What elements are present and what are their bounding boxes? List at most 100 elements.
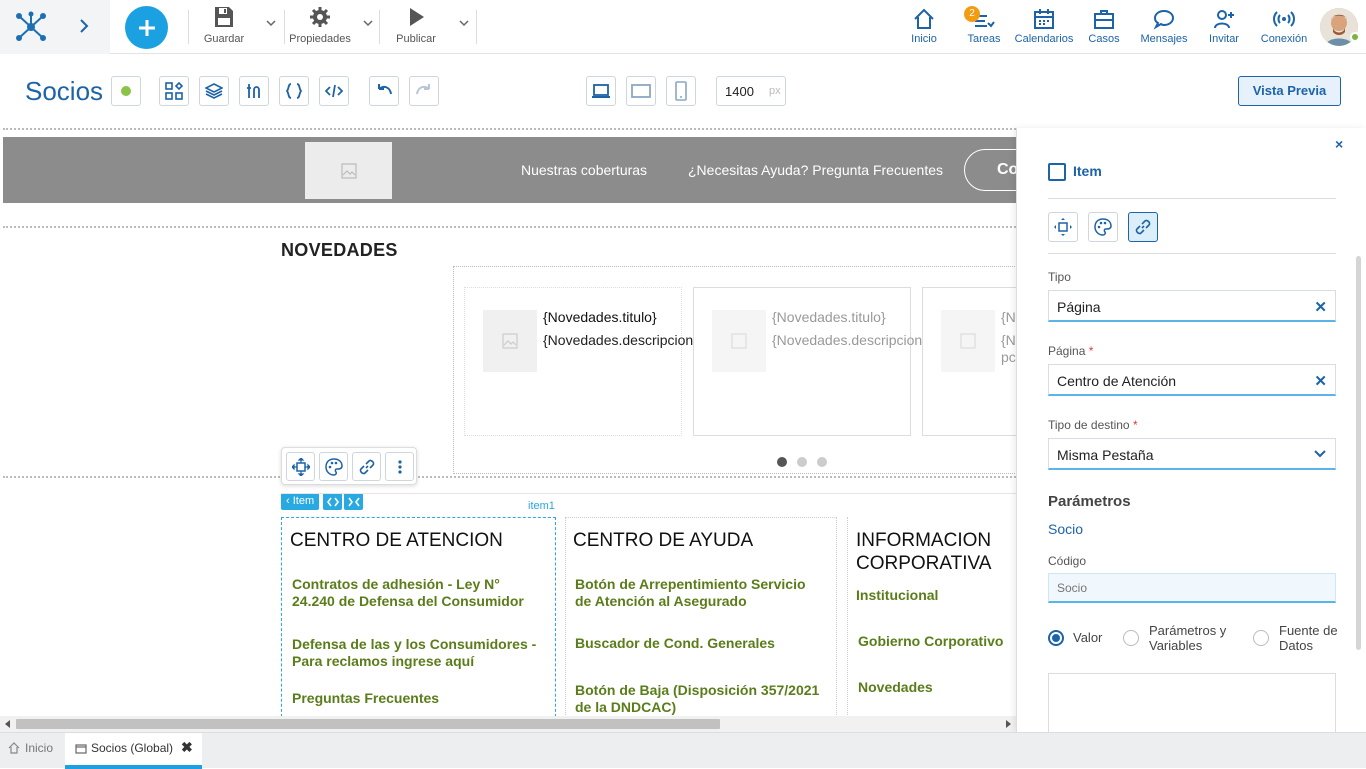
braces-button[interactable]: [279, 76, 309, 106]
item-breadcrumb[interactable]: ‹ Item: [281, 493, 320, 510]
panel-scrollbar[interactable]: [1356, 256, 1361, 650]
close-panel-icon[interactable]: ×: [1335, 136, 1343, 152]
footer-link[interactable]: Preguntas Frecuentes: [292, 690, 542, 707]
footer-link[interactable]: Institucional: [856, 587, 1006, 604]
more-options-button[interactable]: [385, 452, 414, 481]
nav-tareas[interactable]: Tareas 2: [964, 6, 1004, 45]
horizontal-scrollbar[interactable]: [0, 716, 1016, 732]
header-contact-button[interactable]: Co: [964, 149, 1016, 191]
desktop-view-button[interactable]: [586, 76, 616, 106]
column-title: CENTRO DE ATENCION: [290, 530, 503, 551]
card-description: {Novedades.descripcion}: [772, 332, 927, 348]
footer-link[interactable]: Buscador de Cond. Generales: [575, 635, 825, 652]
chevron-down-icon[interactable]: [265, 18, 277, 28]
value-textarea[interactable]: [1048, 673, 1336, 732]
add-button[interactable]: [125, 6, 168, 49]
layers-button[interactable]: [199, 76, 229, 106]
components-button[interactable]: [159, 76, 189, 106]
radio-valor[interactable]: [1048, 630, 1064, 646]
nav-inicio[interactable]: Inicio: [904, 8, 944, 45]
calendar-icon: [1034, 9, 1054, 29]
preview-button[interactable]: Vista Previa: [1238, 76, 1341, 106]
scrollbar-thumb[interactable]: [16, 719, 720, 729]
nav-calendarios[interactable]: Calendarios: [1014, 8, 1074, 45]
code-icon: [325, 84, 343, 98]
properties-button[interactable]: Propiedades: [288, 6, 352, 48]
move-button[interactable]: [286, 452, 315, 481]
undo-button[interactable]: [369, 76, 399, 106]
carousel-dot-active[interactable]: [777, 457, 787, 467]
tipo-field[interactable]: Página ✕: [1048, 290, 1336, 322]
footer-link[interactable]: Botón de Arrepentimiento Servicio de Ate…: [575, 576, 815, 610]
chevron-right-icon[interactable]: [78, 17, 90, 35]
codigo-input[interactable]: [1048, 573, 1336, 603]
chevron-down-icon[interactable]: [458, 18, 470, 28]
carousel-card[interactable]: {Novedades.titulo} {Novedades.descripcio…: [693, 287, 927, 436]
page-title: Socios: [25, 76, 104, 106]
tab-inicio[interactable]: Inicio: [8, 741, 53, 755]
carousel-card[interactable]: {Novedades.titulo} {Novedades.descripcio…: [464, 287, 698, 436]
style-button[interactable]: [319, 452, 348, 481]
mobile-view-button[interactable]: [666, 76, 696, 106]
header-nav-ayuda[interactable]: ¿Necesitas Ayuda? Pregunta Frecuentes: [688, 162, 943, 178]
link-button[interactable]: [352, 452, 381, 481]
radio-fuente-label: Fuente de Datos: [1279, 623, 1338, 653]
footer-link[interactable]: Gobierno Corporativo: [858, 633, 1008, 650]
nav-casos[interactable]: Casos: [1084, 8, 1124, 45]
panel-title: Item: [1073, 163, 1102, 179]
briefcase-icon: [1094, 10, 1114, 29]
header-logo-placeholder[interactable]: [305, 142, 392, 199]
save-button[interactable]: Guardar: [200, 6, 248, 48]
home-icon: [914, 8, 934, 29]
site-header: Nuestras coberturas ¿Necesitas Ayuda? Pr…: [3, 137, 1016, 203]
kebab-menu-icon: [397, 459, 402, 474]
expand-button[interactable]: [323, 493, 342, 510]
panel-move-tab[interactable]: [1048, 212, 1078, 242]
collapse-button[interactable]: [344, 493, 363, 510]
panel-link-tab[interactable]: [1128, 212, 1158, 242]
radio-params[interactable]: [1123, 630, 1139, 646]
tablet-view-button[interactable]: [626, 76, 656, 106]
radio-fuente[interactable]: [1253, 630, 1269, 646]
collapse-icon: [347, 497, 360, 506]
nav-conexion[interactable]: Conexión: [1258, 8, 1310, 45]
status-button[interactable]: [111, 76, 141, 106]
carousel-card[interactable]: {N {N pc: [922, 287, 1016, 436]
card-description: {N pc: [1001, 332, 1016, 365]
redo-button[interactable]: [409, 76, 439, 106]
footer-link[interactable]: Defensa de las y los Consumidores - Para…: [292, 636, 547, 670]
logo-area: [0, 0, 110, 54]
clear-icon[interactable]: ✕: [1314, 298, 1327, 316]
pagina-field[interactable]: Centro de Atención ✕: [1048, 364, 1336, 396]
item-checkbox-icon[interactable]: [1048, 163, 1066, 181]
close-tab-icon[interactable]: ✖: [181, 739, 193, 756]
destino-select[interactable]: Misma Pestaña: [1048, 438, 1336, 470]
logic-button[interactable]: [239, 76, 269, 106]
tab-socios[interactable]: Socios (Global) ✖: [65, 733, 202, 769]
chevron-down-icon[interactable]: [1313, 449, 1327, 459]
code-button[interactable]: [319, 76, 349, 106]
item-label: item1: [528, 500, 555, 512]
nav-mensajes[interactable]: Mensajes: [1138, 8, 1190, 45]
scroll-left-icon[interactable]: [4, 720, 12, 728]
properties-panel: × Item Tipo Página ✕ Página * Centro de A…: [1016, 128, 1366, 732]
publish-button[interactable]: Publicar: [392, 6, 440, 48]
scroll-right-icon[interactable]: [1004, 720, 1012, 728]
clear-icon[interactable]: ✕: [1314, 372, 1327, 390]
carousel-dot[interactable]: [797, 457, 807, 467]
carousel-dot[interactable]: [817, 457, 827, 467]
app-logo-icon[interactable]: [14, 10, 48, 42]
footer-link[interactable]: Botón de Baja (Disposición 357/2021 de l…: [575, 682, 830, 716]
move-icon: [1054, 218, 1072, 236]
panel-style-tab[interactable]: [1088, 212, 1118, 242]
nav-invitar[interactable]: Invitar: [1204, 8, 1244, 45]
link-icon: [359, 459, 374, 474]
footer-link[interactable]: Novedades: [858, 679, 1008, 696]
components-icon: [165, 82, 183, 100]
width-input[interactable]: 1400 px: [716, 76, 786, 106]
chevron-down-icon[interactable]: [362, 18, 374, 28]
footer-link[interactable]: Contratos de adhesión - Ley N° 24.240 de…: [292, 576, 542, 610]
chat-icon: [1153, 9, 1175, 30]
header-nav-coberturas[interactable]: Nuestras coberturas: [521, 162, 647, 178]
card-image-placeholder: [483, 310, 537, 372]
